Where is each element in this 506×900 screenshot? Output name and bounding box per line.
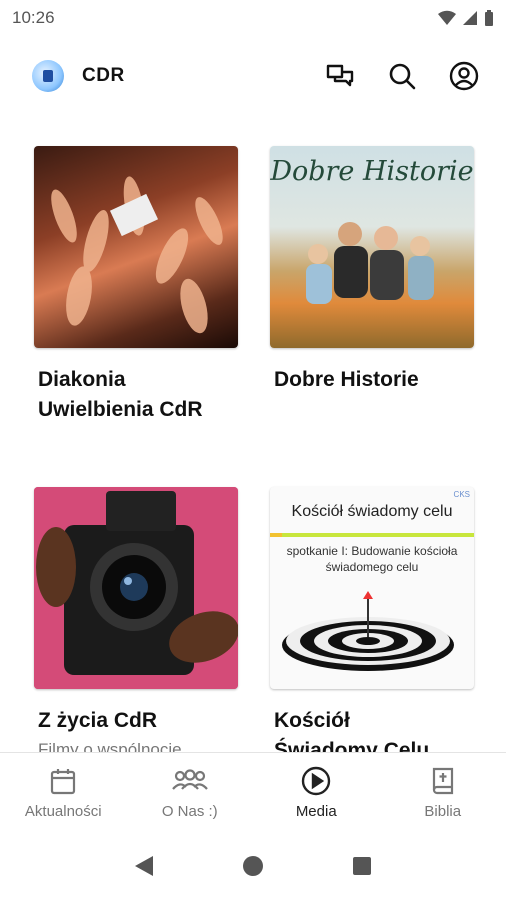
- card-title-line: Z życia CdR: [38, 709, 158, 732]
- calendar-icon: [50, 765, 76, 797]
- card-dobre-historie[interactable]: Dobre Historie Dobre Historie: [270, 146, 474, 395]
- card-kosciol-swiadomy-celu[interactable]: CKS Kościół świadomy celu spotkanie I: B…: [270, 487, 474, 766]
- nav-item-media[interactable]: Media: [253, 753, 380, 837]
- search-icon: [389, 63, 416, 90]
- status-icons: [438, 9, 494, 27]
- thumb-script-title: Dobre Historie: [270, 156, 474, 187]
- back-triangle-icon: [135, 855, 153, 876]
- card-thumbnail: [34, 146, 238, 348]
- nav-label: O Nas :): [161, 803, 218, 820]
- home-button[interactable]: [242, 855, 264, 882]
- dartboard-image: [282, 591, 454, 671]
- app-title: CDR: [82, 65, 125, 86]
- nav-label: Biblia: [424, 803, 462, 820]
- status-bar: 10:26: [0, 0, 506, 36]
- camera-hands-image: [34, 487, 238, 689]
- group-icon: [171, 765, 208, 797]
- card-title: Z życia CdR: [34, 706, 238, 736]
- card-diakonia[interactable]: Diakonia Uwielbienia CdR: [34, 146, 238, 425]
- battery-icon: [485, 9, 493, 26]
- card-title-line: Dobre Historie: [274, 368, 419, 391]
- home-circle-icon: [243, 855, 263, 876]
- card-z-zycia[interactable]: Z życia CdR Filmy o wspólnocie: [34, 487, 238, 760]
- nav-item-biblia[interactable]: Biblia: [380, 753, 506, 837]
- signal-icon: [463, 11, 477, 25]
- card-title-line: Uwielbienia CdR: [38, 398, 203, 421]
- card-title: Dobre Historie: [270, 365, 474, 395]
- play-circle-icon: [301, 765, 331, 797]
- worship-crowd-image: [51, 176, 223, 334]
- card-thumbnail: Dobre Historie: [270, 146, 474, 348]
- messages-button[interactable]: [322, 58, 358, 94]
- recents-button[interactable]: [352, 856, 372, 881]
- chat-icon: [326, 64, 354, 87]
- card-thumbnail: CKS Kościół świadomy celu spotkanie I: B…: [270, 487, 474, 689]
- search-button[interactable]: [384, 58, 420, 94]
- system-navigation-bar: [0, 836, 506, 900]
- wifi-icon: [438, 10, 456, 25]
- account-icon: [449, 61, 479, 91]
- status-time: 10:26: [12, 8, 55, 27]
- nav-label: Media: [295, 803, 337, 820]
- app-logo: [32, 60, 64, 92]
- bottom-navigation: Aktualności O Nas :) Media Biblia: [0, 752, 506, 837]
- recents-square-icon: [353, 856, 371, 875]
- nav-label: Aktualności: [24, 803, 102, 820]
- app-bar-actions: [322, 58, 482, 94]
- nav-item-aktualnosci[interactable]: Aktualności: [0, 753, 127, 837]
- back-button[interactable]: [134, 855, 154, 882]
- card-thumbnail: [34, 487, 238, 689]
- bible-icon: [431, 765, 455, 797]
- card-title-line: Kościół: [274, 709, 350, 732]
- nav-item-o-nas[interactable]: O Nas :): [127, 753, 254, 837]
- card-title-line: Diakonia: [38, 368, 126, 391]
- account-button[interactable]: [446, 58, 482, 94]
- app-bar: CDR: [0, 52, 506, 100]
- card-title: Diakonia Uwielbienia CdR: [34, 365, 238, 425]
